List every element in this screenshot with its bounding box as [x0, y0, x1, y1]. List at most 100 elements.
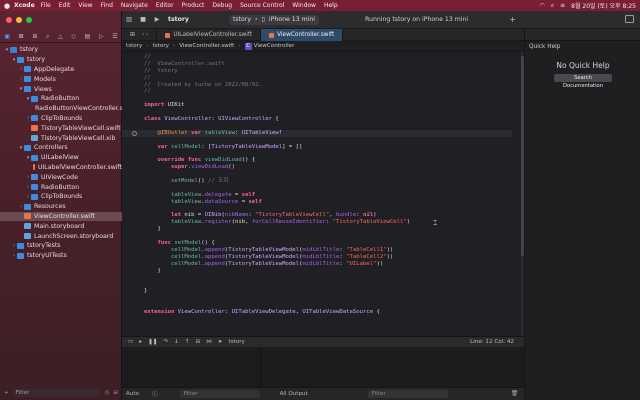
trash-icon[interactable]: 🗑 — [511, 391, 518, 397]
find-icon[interactable]: ⌕ — [46, 33, 49, 41]
close-window-button[interactable] — [6, 17, 12, 23]
apple-icon[interactable]: ● — [0, 2, 14, 10]
line-gutter[interactable] — [122, 178, 136, 185]
code-line[interactable]: setModel() // 조회 — [122, 178, 512, 185]
breadcrumb-file[interactable]: ViewController.swift — [179, 43, 234, 49]
line-gutter[interactable] — [122, 233, 136, 240]
code-text[interactable] — [136, 302, 144, 309]
wifi-icon[interactable]: ◠ — [540, 2, 545, 9]
menu-view[interactable]: View — [78, 2, 92, 9]
code-line[interactable] — [122, 185, 512, 192]
file-tree-row[interactable]: › AppDelegate — [0, 65, 122, 75]
code-text[interactable]: cellModel.append(TistoryTableViewModel(m… — [136, 261, 383, 268]
stop-button[interactable]: ■ — [136, 16, 150, 23]
code-text[interactable] — [136, 281, 144, 288]
line-gutter[interactable] — [122, 102, 136, 109]
line-gutter[interactable] — [122, 88, 136, 95]
line-gutter[interactable] — [122, 261, 136, 268]
code-text[interactable]: var cellModel: [TistoryTableViewModel] =… — [136, 144, 302, 151]
line-gutter[interactable] — [122, 150, 136, 157]
file-tree-row[interactable]: TistoryTableViewCell.swift — [0, 123, 122, 133]
source-control-icon[interactable]: ⊠ — [19, 33, 24, 40]
file-tree-row[interactable]: ▾ Views — [0, 84, 122, 94]
source-control-filter-icon[interactable]: ⊟ — [113, 390, 118, 396]
inspector-toggle-icon[interactable] — [625, 15, 634, 23]
file-tree-row[interactable]: › tstoryTests — [0, 241, 122, 251]
code-editor[interactable]: //// ViewController.swift// tstory//// C… — [122, 52, 524, 336]
line-gutter[interactable] — [122, 226, 136, 233]
line-gutter[interactable] — [122, 116, 136, 123]
console-divider[interactable] — [260, 347, 261, 387]
view-hierarchy-icon[interactable]: ⊟ — [196, 339, 201, 345]
code-line[interactable] — [122, 302, 512, 309]
step-over-icon[interactable]: ↷ — [163, 339, 168, 345]
code-line[interactable]: override func viewDidLoad() { — [122, 157, 512, 164]
code-line[interactable] — [122, 295, 512, 302]
line-gutter[interactable] — [122, 309, 136, 316]
code-line[interactable]: @IBOutlet var tableView: UITableView! — [122, 129, 512, 137]
library-add-icon[interactable]: + — [509, 15, 516, 24]
scheme-selector[interactable]: tstory › ▯ iPhone 13 mini — [228, 14, 319, 25]
location-icon[interactable]: ➤ — [218, 339, 223, 345]
file-tree-row[interactable]: ViewController.swift — [0, 211, 122, 222]
add-icon[interactable]: + — [4, 390, 9, 396]
code-line[interactable]: } — [122, 268, 512, 275]
code-line[interactable]: // — [122, 75, 512, 82]
code-text[interactable]: func setModel() { — [136, 240, 214, 247]
outlet-connection-icon[interactable] — [132, 130, 137, 136]
code-text[interactable]: cellModel.append(TistoryTableViewModel(m… — [136, 254, 393, 261]
code-text[interactable] — [136, 123, 144, 130]
report-icon[interactable]: ☰ — [112, 33, 117, 40]
code-text[interactable]: } — [136, 268, 160, 275]
hide-debug-icon[interactable]: ▭ — [128, 339, 133, 345]
code-text[interactable] — [136, 171, 144, 178]
code-text[interactable]: // — [136, 54, 151, 61]
code-text[interactable]: super.viewDidLoad() — [136, 164, 235, 171]
memory-graph-icon[interactable]: ⋈ — [206, 339, 212, 345]
issue-icon[interactable]: △ — [58, 33, 63, 40]
menu-find[interactable]: Find — [101, 2, 113, 9]
line-gutter[interactable] — [122, 137, 136, 144]
file-tree-row[interactable]: ▾ RadioButton — [0, 94, 122, 104]
line-gutter[interactable] — [122, 240, 136, 247]
menu-debug[interactable]: Debug — [212, 2, 232, 9]
step-in-icon[interactable]: ↓ — [174, 339, 179, 345]
line-gutter[interactable] — [122, 82, 136, 89]
code-line[interactable]: tableView.delegate = self — [122, 192, 512, 199]
code-line[interactable]: import UIKit — [122, 102, 512, 109]
code-line[interactable]: cellModel.append(TistoryTableViewModel(m… — [122, 261, 512, 268]
symbol-icon[interactable]: ⊞ — [32, 33, 37, 40]
code-text[interactable] — [136, 109, 144, 116]
tab-editor-options[interactable]: ⊞ ‹ › — [122, 29, 158, 41]
code-line[interactable]: // Created by tuche on 2022/08/02. — [122, 82, 512, 89]
output-select[interactable]: All Output — [280, 391, 308, 397]
code-line[interactable]: // — [122, 54, 512, 61]
line-gutter[interactable] — [122, 288, 136, 295]
file-tree-row[interactable]: UILabelViewController.swift — [0, 163, 122, 173]
file-tree-row[interactable]: TistoryTableViewCell.xib — [0, 133, 122, 143]
menu-window[interactable]: Window — [292, 2, 316, 9]
menu-app-name[interactable]: Xcode — [14, 2, 35, 9]
file-tree-row[interactable]: › Resources — [0, 202, 122, 212]
line-gutter[interactable] — [122, 302, 136, 309]
code-line[interactable]: var cellModel: [TistoryTableViewModel] =… — [122, 144, 512, 151]
code-text[interactable] — [136, 275, 144, 282]
code-line[interactable]: // tstory — [122, 68, 512, 75]
code-line[interactable]: super.viewDidLoad() — [122, 164, 512, 171]
file-tree-row[interactable]: ▾ UILabelView — [0, 153, 122, 163]
sidebar-toggle-icon[interactable]: ▥ — [122, 16, 136, 23]
breakpoints-toggle-icon[interactable]: ▸ — [139, 339, 142, 345]
menu-help[interactable]: Help — [324, 2, 338, 9]
line-gutter[interactable] — [122, 254, 136, 261]
menu-edit[interactable]: Edit — [59, 2, 71, 9]
code-line[interactable] — [122, 275, 512, 282]
code-line[interactable]: // — [122, 88, 512, 95]
code-line[interactable]: let nib = UINib(nibName: "TistoryTableVi… — [122, 212, 512, 219]
search-icon[interactable]: ⌕ — [551, 2, 554, 10]
line-gutter[interactable] — [122, 212, 136, 219]
line-gutter[interactable] — [122, 164, 136, 171]
console-filter-input[interactable]: Filter — [367, 390, 448, 398]
code-text[interactable]: } — [136, 226, 160, 233]
line-gutter[interactable] — [122, 171, 136, 178]
code-text[interactable]: // — [136, 75, 151, 82]
